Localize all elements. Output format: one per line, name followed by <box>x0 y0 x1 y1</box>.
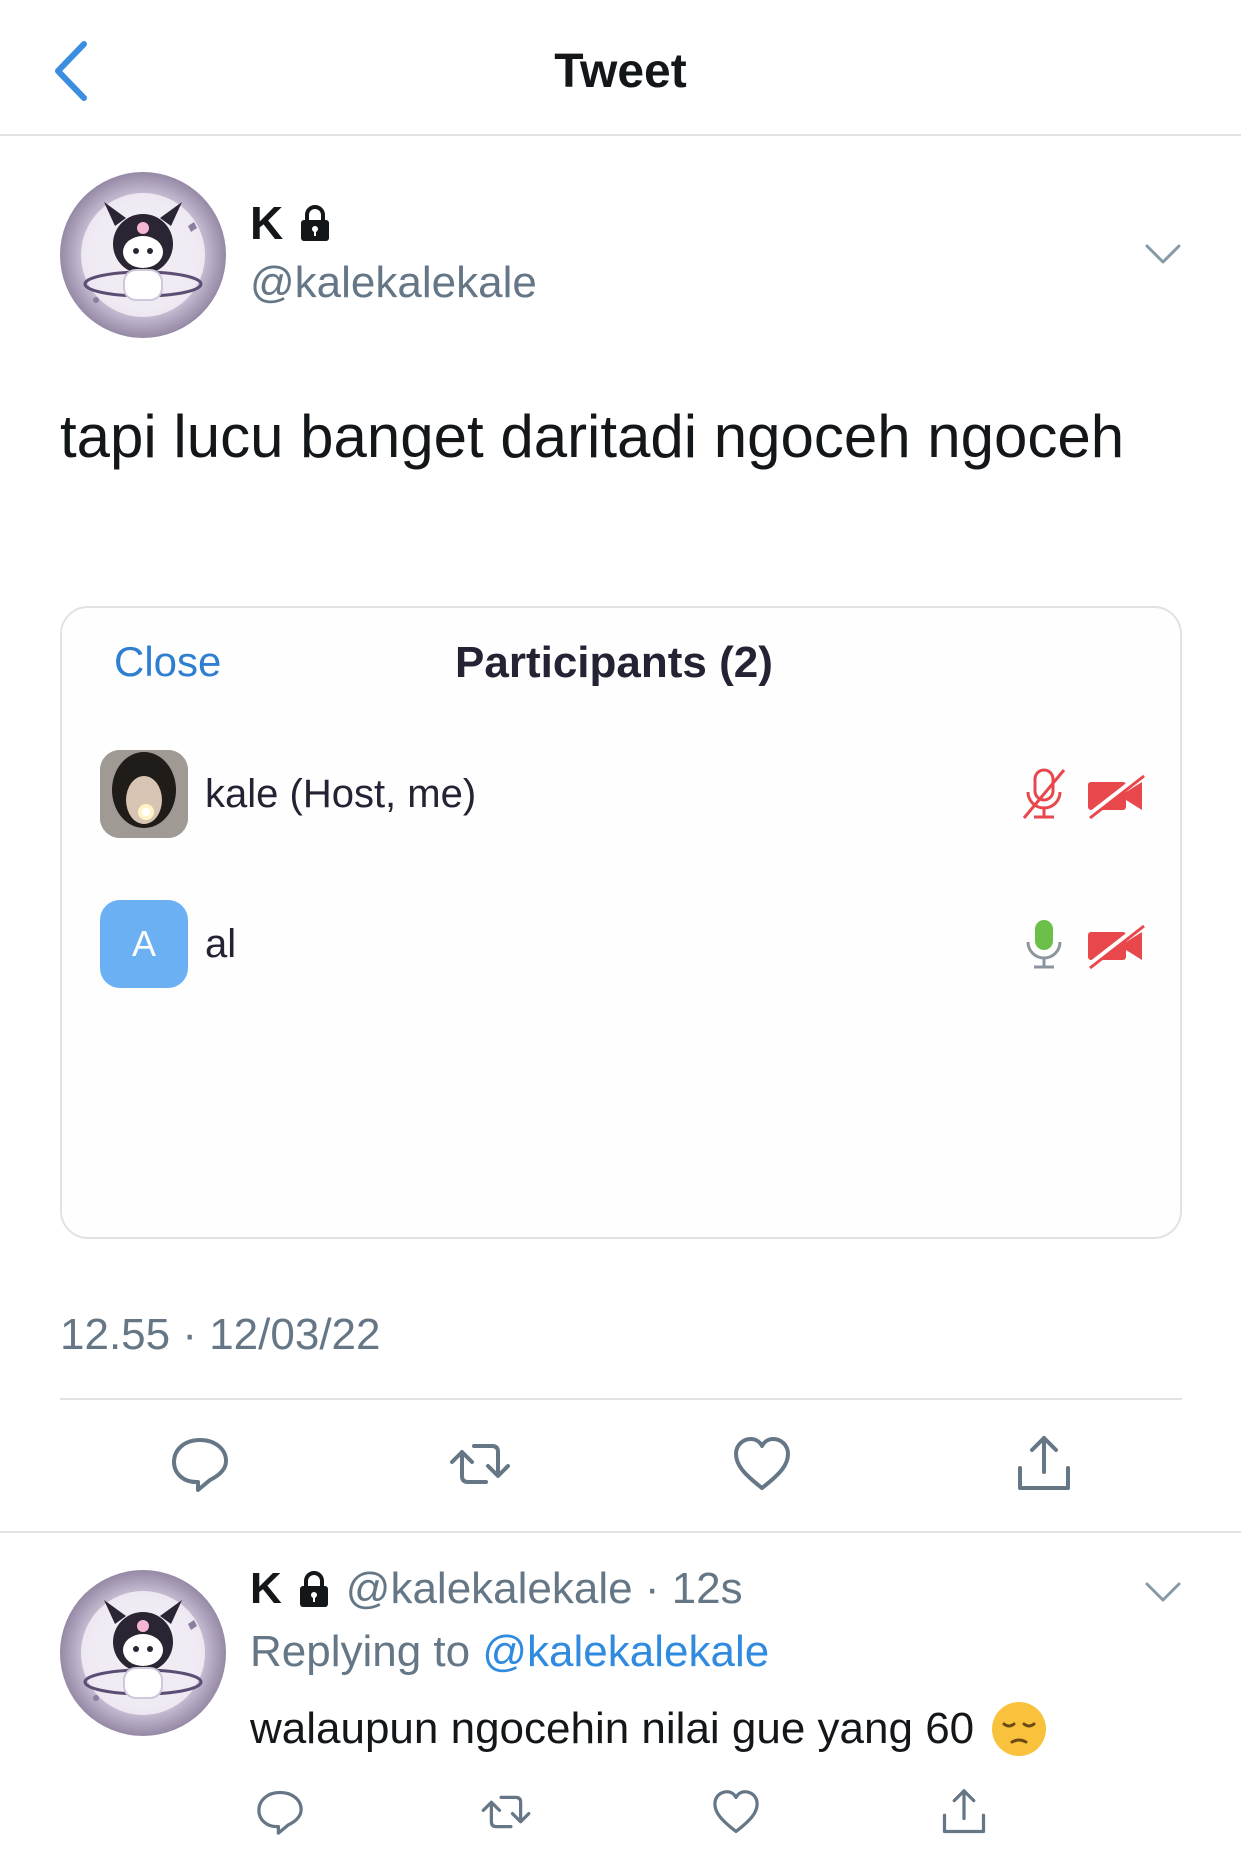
reply-button[interactable] <box>168 1432 232 1496</box>
like-button[interactable] <box>710 1786 762 1838</box>
mention-link[interactable]: @kalekalekale <box>482 1627 769 1676</box>
kuromi-astronaut-avatar-icon <box>81 1591 205 1715</box>
kuromi-astronaut-avatar-icon <box>81 193 205 317</box>
person-photo-icon <box>100 750 188 838</box>
retweet-button[interactable] <box>480 1786 532 1838</box>
participant-avatar: A <box>100 900 188 988</box>
participants-title: Participants (2) <box>455 638 773 687</box>
share-icon <box>1018 1436 1070 1490</box>
chevron-down-icon <box>1145 244 1181 264</box>
reply-button[interactable] <box>254 1786 306 1838</box>
divider <box>60 1398 1182 1400</box>
more-options-button[interactable] <box>1143 240 1183 270</box>
replying-prefix: Replying to <box>250 1627 471 1676</box>
reply-icon <box>257 1790 303 1835</box>
like-button[interactable] <box>730 1432 794 1496</box>
reply-text: walaupun ngocehin nilai gue yang 60 <box>250 1700 1048 1758</box>
author-handle[interactable]: @kalekalekale <box>250 258 537 308</box>
reply-meta: @kalekalekale · 12s <box>345 1564 743 1613</box>
reply-text-content: walaupun ngocehin nilai gue yang 60 <box>250 1704 975 1753</box>
reply-author[interactable]: K @kalekalekale · 12s <box>250 1564 743 1614</box>
more-options-button[interactable] <box>1143 1578 1183 1608</box>
mic-active-icon[interactable] <box>1018 916 1070 972</box>
reply-avatar[interactable] <box>60 1570 226 1736</box>
lock-icon <box>299 1571 328 1607</box>
share-button[interactable] <box>938 1786 990 1838</box>
divider <box>0 1531 1241 1533</box>
tweet-timestamp[interactable]: 12.55 · 12/03/22 <box>60 1310 380 1360</box>
video-off-icon[interactable] <box>1086 770 1146 820</box>
pensive-face-emoji-icon <box>992 1702 1047 1756</box>
chevron-down-icon <box>1145 1582 1181 1602</box>
retweet-icon <box>481 1795 531 1829</box>
retweet-button[interactable] <box>448 1432 512 1496</box>
heart-icon <box>734 1437 790 1490</box>
author-name[interactable]: K <box>250 196 335 250</box>
heart-icon <box>713 1790 759 1834</box>
participant-name: kale (Host, me) <box>205 772 477 816</box>
replying-to: Replying to @kalekalekale <box>250 1627 769 1677</box>
participant-avatar <box>100 750 188 838</box>
close-button[interactable]: Close <box>114 638 221 686</box>
avatar[interactable] <box>60 172 226 338</box>
tweet-text: tapi lucu banget daritadi ngoceh ngoceh <box>60 403 1125 470</box>
author-display-name: K <box>250 197 284 249</box>
reply-icon <box>172 1438 228 1492</box>
lock-icon <box>301 205 330 241</box>
page-title: Tweet <box>554 45 687 98</box>
mic-muted-icon[interactable] <box>1018 766 1070 822</box>
participant-name: al <box>205 922 237 966</box>
retweet-icon <box>450 1444 510 1484</box>
video-off-icon[interactable] <box>1086 920 1146 970</box>
avatar-letter: A <box>131 923 156 964</box>
share-button[interactable] <box>1012 1432 1076 1496</box>
reply-display-name: K <box>250 1564 282 1613</box>
share-icon <box>942 1789 986 1834</box>
